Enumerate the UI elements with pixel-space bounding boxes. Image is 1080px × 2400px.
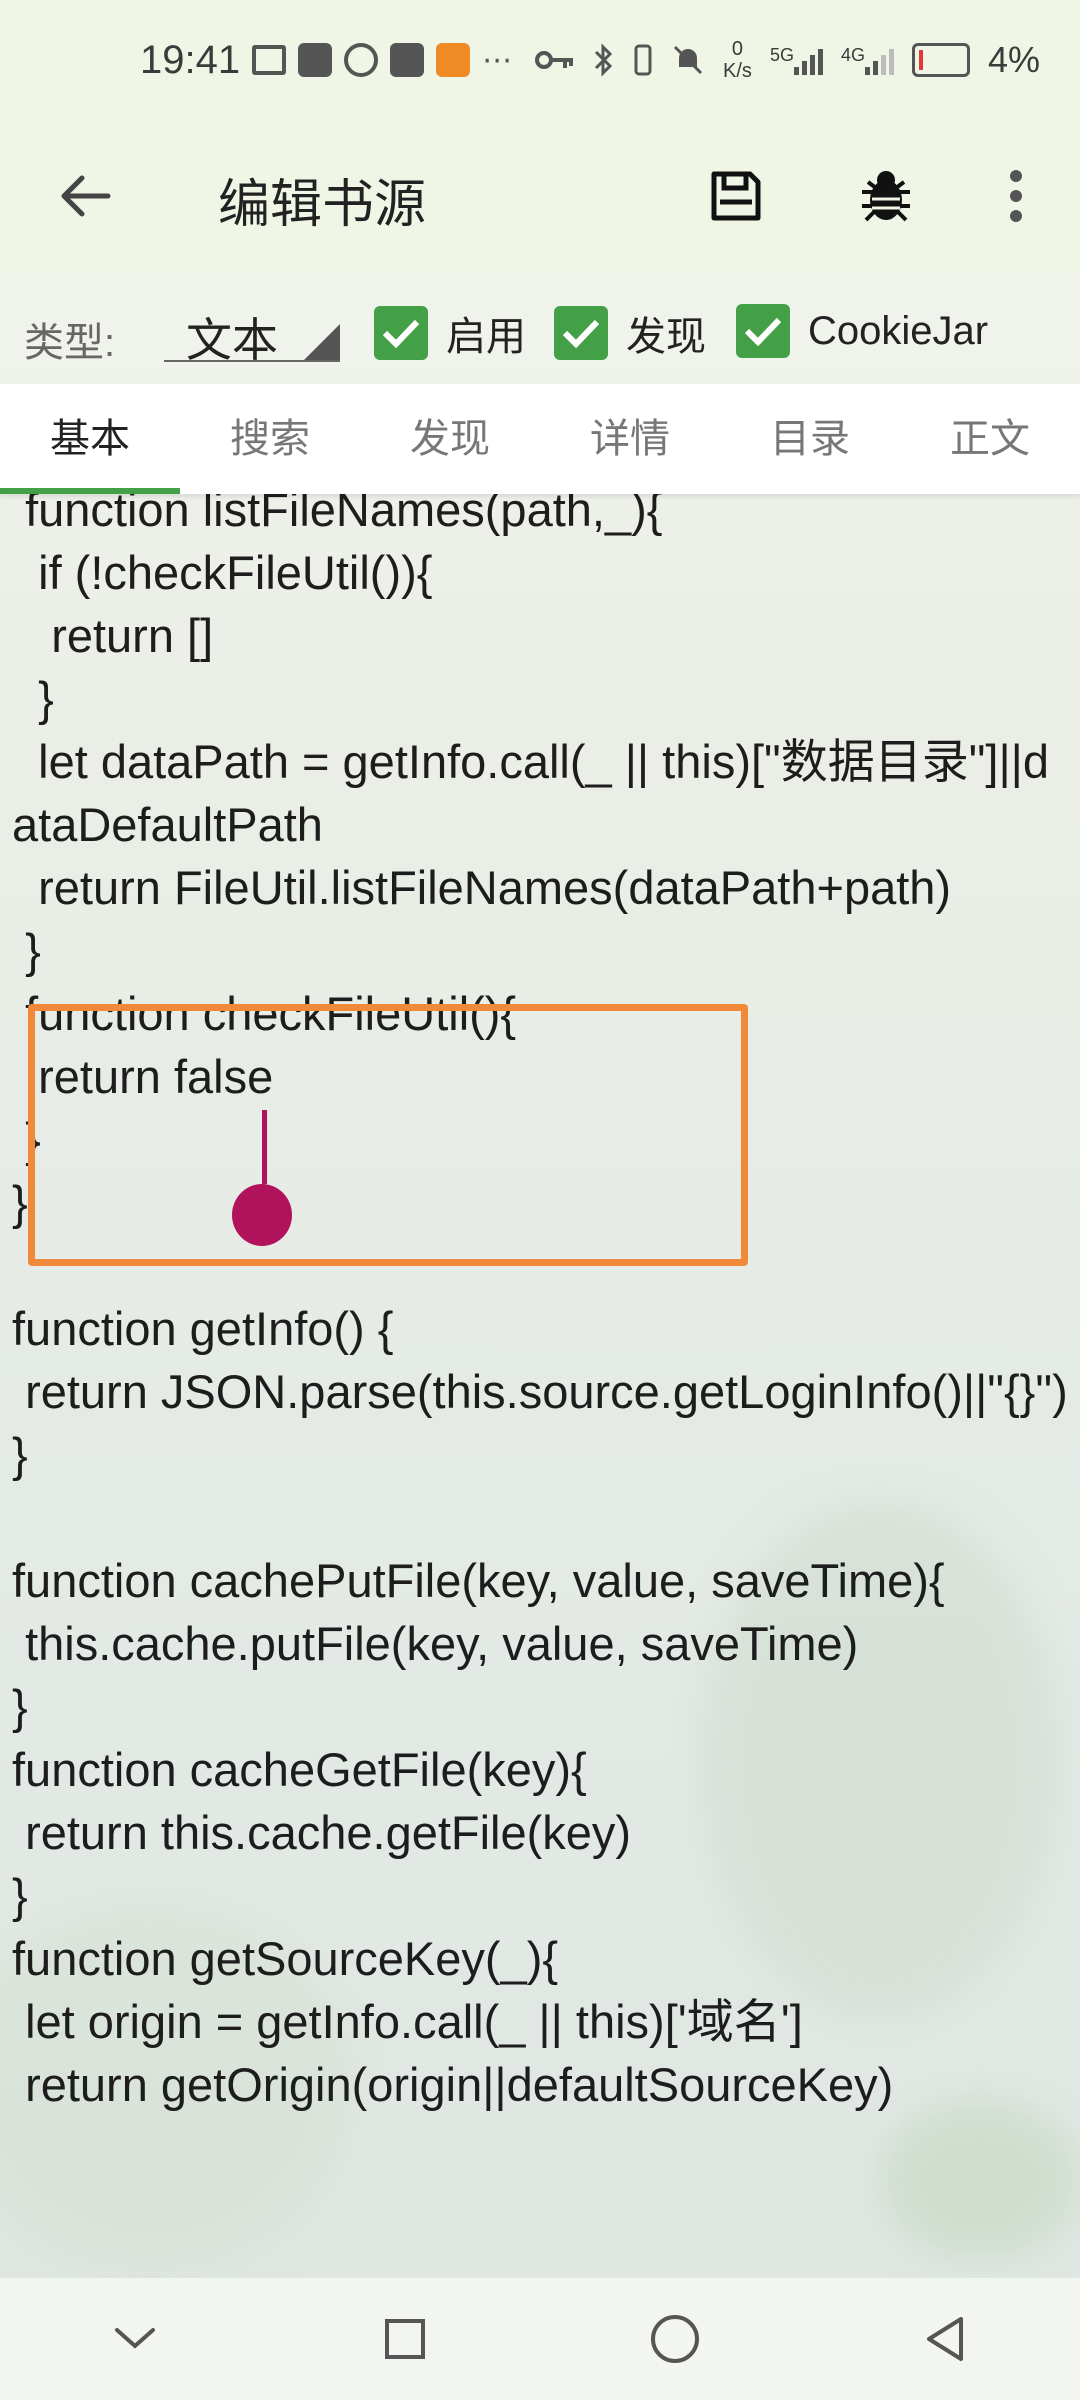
- notification-icons: ⋯: [252, 43, 512, 78]
- vibrate-icon: [634, 44, 652, 76]
- chevron-down-icon: [115, 2328, 155, 2349]
- discover-checkbox[interactable]: 发现: [554, 304, 706, 362]
- text-cursor: [262, 1110, 267, 1184]
- screen: 19:41 ⋯ 0 K/s 5G 4G 4% 编辑书源 类型: 文本 启用 发现…: [0, 0, 1080, 2400]
- highlight-annotation-box: [28, 1004, 748, 1266]
- cookiejar-checkbox[interactable]: CookieJar: [736, 304, 988, 358]
- net-speed: 0 K/s: [723, 38, 752, 82]
- tab-toc[interactable]: 目录: [720, 384, 900, 494]
- status-bar: 19:41 ⋯ 0 K/s 5G 4G 4%: [0, 0, 1080, 120]
- network-4g-label: 4G: [840, 45, 865, 65]
- save-icon: [711, 171, 761, 221]
- checkbox-checked-icon: [736, 304, 790, 358]
- page-title: 编辑书源: [218, 176, 427, 234]
- enable-checkbox-label: 启用: [446, 315, 526, 359]
- tab-discover[interactable]: 发现: [360, 384, 540, 494]
- more-notifications-icon: ⋯: [482, 43, 513, 77]
- circle-notification-icon: [344, 43, 379, 77]
- enable-checkbox[interactable]: 启用: [374, 304, 526, 362]
- cursor-drag-handle[interactable]: [232, 1184, 292, 1246]
- type-select-value: 文本: [186, 314, 278, 366]
- checkbox-checked-icon: [374, 306, 428, 360]
- tab-search[interactable]: 搜索: [180, 384, 360, 494]
- nav-home-button[interactable]: [635, 2299, 715, 2379]
- huawei-icon: [390, 43, 425, 77]
- bluetooth-icon: [594, 43, 613, 77]
- more-vert-icon: [1010, 170, 1022, 222]
- status-right: 0 K/s 5G 4G 4%: [535, 0, 1040, 120]
- type-select[interactable]: 文本: [164, 298, 340, 366]
- arrow-left-icon: [61, 175, 111, 217]
- debug-button[interactable]: [850, 160, 922, 232]
- signal-5g: 5G: [770, 45, 823, 75]
- status-time: 19:41: [140, 37, 241, 82]
- nav-back-button[interactable]: [905, 2299, 985, 2379]
- back-button[interactable]: [48, 160, 120, 232]
- type-label: 类型:: [24, 321, 116, 365]
- more-options-button[interactable]: [980, 160, 1052, 232]
- signal-4g: 4G: [841, 45, 894, 75]
- save-button[interactable]: [700, 160, 772, 232]
- tab-basic[interactable]: 基本: [0, 384, 180, 494]
- video-app-icon: [436, 43, 471, 77]
- triangle-back-icon: [927, 2317, 963, 2361]
- signal-bars-icon: [864, 45, 894, 75]
- net-speed-value: 0: [731, 38, 744, 60]
- code-editor[interactable]: function listFileNames(path,_){ if (!che…: [0, 494, 1080, 2278]
- discover-checkbox-label: 发现: [626, 315, 706, 359]
- code-text[interactable]: function listFileNames(path,_){ if (!che…: [12, 494, 1072, 2116]
- mail-notification-icon: [252, 45, 287, 75]
- cookiejar-checkbox-label: CookieJar: [808, 308, 989, 353]
- tab-content[interactable]: 正文: [900, 384, 1080, 494]
- nav-collapse-button[interactable]: [95, 2299, 175, 2379]
- checkbox-checked-icon: [554, 306, 608, 360]
- mute-bell-icon: [673, 45, 703, 75]
- battery-percent: 4%: [987, 39, 1040, 80]
- nav-recents-button[interactable]: [365, 2299, 445, 2379]
- bug-icon: [862, 171, 910, 222]
- battery-icon: [911, 43, 970, 77]
- key-icon: [535, 51, 574, 69]
- app-j-icon: [298, 43, 333, 77]
- square-icon: [385, 2319, 425, 2359]
- tab-bar: 基本 搜索 发现 详情 目录 正文: [0, 384, 1080, 494]
- circle-icon: [651, 2315, 699, 2363]
- tab-details[interactable]: 详情: [540, 384, 720, 494]
- signal-bars-icon: [793, 45, 823, 75]
- network-5g-label: 5G: [769, 45, 794, 65]
- app-toolbar: 编辑书源: [0, 120, 1080, 272]
- source-type-row: 类型: 文本 启用 发现 CookieJar: [0, 272, 1080, 384]
- net-speed-unit: K/s: [723, 60, 752, 82]
- dropdown-arrow-icon: [304, 324, 340, 360]
- system-nav-bar: [0, 2278, 1080, 2400]
